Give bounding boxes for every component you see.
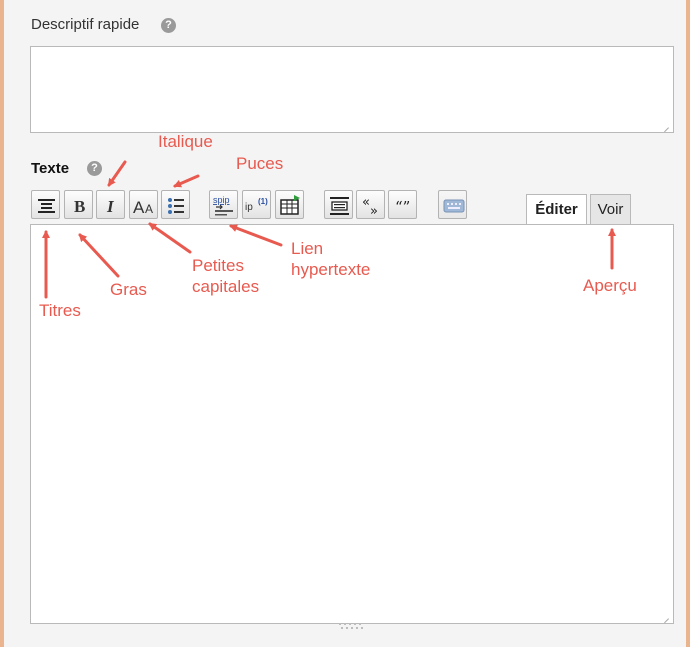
annotation-lien-hypertexte: Lien hypertexte [291,239,371,279]
arrow-puces [173,174,200,188]
annotation-italique: Italique [158,132,213,151]
annotation-gras: Gras [110,280,147,299]
annotation-titres: Titres [39,301,81,320]
annotation-arrows [42,160,616,299]
arrow-italique [107,160,127,187]
arrow-gras [78,233,120,278]
annotation-apercu: Aperçu [583,276,637,295]
annotation-petites-capitales: Petites capitales [192,256,260,296]
arrow-lien [229,224,283,247]
annotation-puces: Puces [236,154,284,173]
arrow-petites-capitales [148,222,192,254]
